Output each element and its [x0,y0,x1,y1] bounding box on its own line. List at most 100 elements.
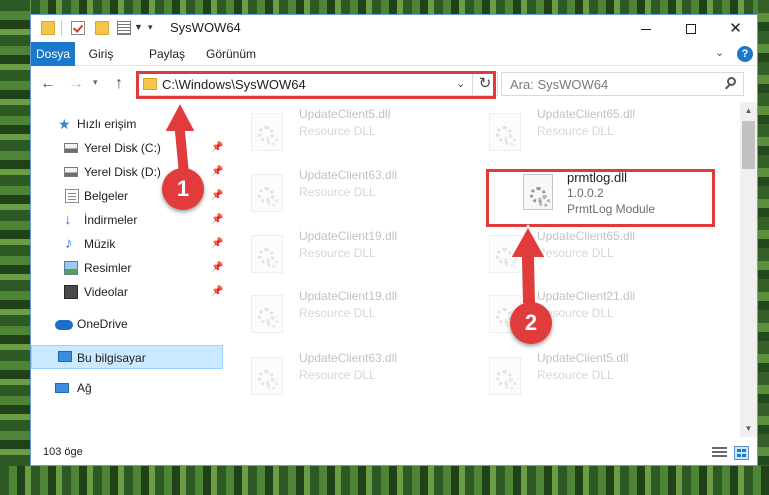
sidebar-item-label: OneDrive [77,317,128,331]
desktop-background [758,0,769,495]
maximize-icon [685,24,696,35]
star-icon: ★ [58,116,71,132]
forward-arrow-icon[interactable]: → [68,75,84,93]
network-icon [55,383,69,393]
dll-file-icon [489,357,521,395]
tab-home[interactable]: Giriş [81,42,121,66]
sidebar-item-label: Resimler [84,261,132,275]
file-description: Resource DLL [299,185,376,199]
sidebar-item-this-pc[interactable]: Bu bilgisayar [31,345,223,369]
back-arrow-icon[interactable]: ← [40,75,56,93]
sidebar-item-network[interactable]: Ağ [31,376,231,400]
step-1-arrow-icon [162,99,198,175]
sidebar-item-music[interactable]: ♪ Müzik 📌 [31,232,231,256]
sidebar-item-label: Videolar [84,285,128,299]
file-description: Resource DLL [299,246,376,260]
pin-icon[interactable]: 📌 [211,280,223,304]
pictures-icon [64,261,78,275]
sidebar-item-label: Bu bilgisayar [77,351,146,365]
scroll-down-icon[interactable]: ▼ [740,420,757,437]
window-title: SysWOW64 [170,20,241,35]
desktop-background [0,0,30,495]
status-bar: 103 öge [31,441,757,465]
sidebar-item-downloads[interactable]: ↓ İndirmeler 📌 [31,208,231,232]
quick-access-dropdown-icon[interactable]: ▾ [148,22,153,33]
scroll-up-icon[interactable]: ▲ [740,102,757,119]
title-bar: ▼ ▾ SysWOW64 ✕ [31,15,757,42]
expand-ribbon-icon[interactable]: ⌄ [715,46,724,59]
recent-locations-chevron-icon[interactable]: ▾ [93,77,98,88]
file-item[interactable]: UpdateClient63.dll Resource DLL [231,351,461,403]
pin-icon[interactable]: 📌 [211,232,223,256]
file-name: UpdateClient5.dll [299,107,391,121]
file-name: UpdateClient5.dll [537,351,629,365]
file-list: UpdateClient5.dll Resource DLL UpdateCli… [231,102,741,437]
file-description: Resource DLL [299,306,376,320]
sidebar-item-label: Ağ [77,381,92,395]
search-icon[interactable] [723,76,739,92]
properties-check-icon[interactable] [71,21,85,35]
file-name: UpdateClient65.dll [537,107,636,121]
item-count: 103 öge [43,446,83,458]
documents-icon [65,189,79,203]
dll-file-icon [251,174,283,212]
file-item[interactable]: UpdateClient5.dll Resource DLL [469,351,699,403]
file-item[interactable]: UpdateClient65.dll Resource DLL [469,107,699,159]
up-arrow-icon[interactable]: ↑ [115,75,123,93]
file-description: Resource DLL [299,124,376,138]
step-2-badge: 2 [510,302,552,344]
scroll-thumb[interactable] [742,121,755,169]
large-icons-view-icon[interactable] [734,446,749,460]
file-item[interactable]: UpdateClient19.dll Resource DLL [231,289,461,341]
sidebar-item-label: İndirmeler [84,213,138,227]
drive-icon [64,167,78,177]
details-view-icon[interactable] [712,447,727,459]
drive-icon [64,143,78,153]
search-placeholder: Ara: SysWOW64 [510,77,609,92]
computer-icon [58,351,72,362]
dll-file-icon [251,235,283,273]
file-name: UpdateClient63.dll [299,351,398,365]
vertical-scrollbar[interactable]: ▲ ▼ [740,102,757,437]
help-icon[interactable]: ? [737,46,753,62]
customize-toolbar-icon[interactable] [117,21,131,35]
dll-file-icon [489,113,521,151]
sidebar-item-videos[interactable]: Videolar 📌 [31,280,231,304]
dll-file-icon [251,113,283,151]
desktop-background [0,466,769,495]
cloud-icon [55,320,73,330]
sidebar-item-pictures[interactable]: Resimler 📌 [31,256,231,280]
sidebar-item-label: Belgeler [84,189,129,203]
chevron-down-icon[interactable]: ▼ [134,22,143,32]
close-icon: ✕ [729,20,742,37]
download-icon: ↓ [64,211,72,228]
toolbar-separator [61,20,62,36]
new-folder-icon[interactable] [95,21,109,35]
tab-file[interactable]: Dosya [31,42,75,66]
file-description: Resource DLL [537,368,614,382]
file-item[interactable]: UpdateClient19.dll Resource DLL [231,229,461,281]
maximize-button[interactable] [668,15,713,42]
minimize-icon [640,28,651,30]
pin-icon[interactable]: 📌 [211,184,223,208]
file-highlight-box [486,169,715,227]
pin-icon[interactable]: 📌 [211,256,223,280]
close-button[interactable]: ✕ [713,15,758,42]
desktop-background [0,0,769,14]
sidebar-item-label: Müzik [84,237,116,251]
sidebar-item-onedrive[interactable]: OneDrive [31,312,231,336]
step-2-arrow-icon [508,223,548,305]
pin-icon[interactable]: 📌 [211,208,223,232]
search-input[interactable]: Ara: SysWOW64 [501,72,744,96]
videos-icon [64,285,78,299]
minimize-button[interactable] [623,15,668,42]
ribbon-tabs: Dosya Giriş Paylaş Görünüm ⌄ ? [31,42,757,66]
file-name: UpdateClient63.dll [299,168,398,182]
tab-view[interactable]: Görünüm [201,42,261,66]
file-item[interactable]: UpdateClient63.dll Resource DLL [231,168,461,220]
file-item[interactable]: UpdateClient5.dll Resource DLL [231,107,461,159]
file-name: UpdateClient19.dll [299,229,398,243]
dll-file-icon [251,295,283,333]
tab-share[interactable]: Paylaş [142,42,192,66]
file-name: UpdateClient19.dll [299,289,398,303]
